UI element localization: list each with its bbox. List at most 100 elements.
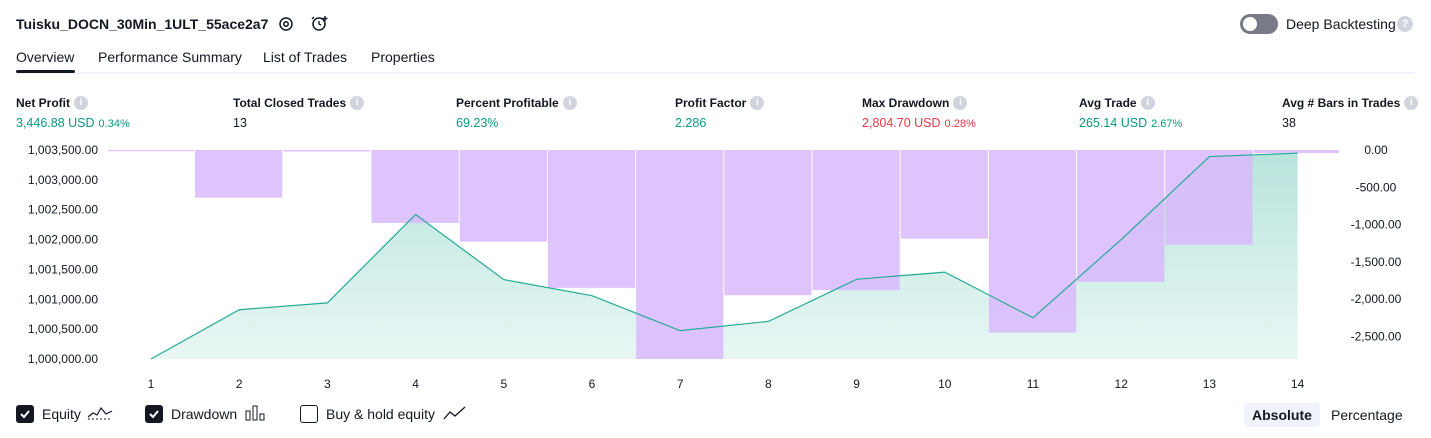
x-tick-label: 7	[677, 377, 684, 391]
legend-label: Buy & hold equity	[326, 406, 435, 422]
metric-label: Max Drawdown	[862, 95, 950, 110]
metric-avg-bars-in-trades: Avg # Bars in Trades i 38	[1282, 94, 1419, 130]
metric-label: Percent Profitable	[456, 95, 559, 110]
y-left-tick-label: 1,001,500.00	[28, 262, 98, 276]
deep-backtesting-toggle[interactable]	[1240, 14, 1278, 34]
metric-percent: 0.28%	[944, 118, 976, 130]
drawdown-bar	[371, 150, 459, 224]
x-tick-label: 3	[324, 377, 331, 391]
x-tick-label: 1	[148, 377, 155, 391]
y-right-tick-label: 0.00	[1364, 143, 1388, 157]
x-tick-label: 6	[589, 377, 596, 391]
drawdown-bar	[900, 150, 988, 239]
checkbox-checked[interactable]	[16, 405, 34, 423]
metric-label: Avg Trade	[1079, 95, 1137, 110]
drawdown-bar	[724, 150, 812, 296]
drawdown-bar	[195, 150, 283, 198]
metric-percent: 0.34%	[98, 118, 130, 130]
x-tick-label: 2	[236, 377, 243, 391]
metric-label: Profit Factor	[675, 95, 747, 110]
x-tick-label: 8	[765, 377, 772, 391]
drawdown-bars-icon	[245, 405, 267, 424]
metric-label: Total Closed Trades	[233, 95, 347, 110]
checkbox-checked[interactable]	[145, 405, 163, 423]
tabs-divider	[16, 72, 1415, 74]
tab-overview[interactable]: Overview	[16, 49, 74, 65]
info-icon[interactable]: i	[562, 95, 577, 110]
metric-percent: 2.67%	[1151, 118, 1183, 130]
legend-buy-hold-equity[interactable]: Buy & hold equity	[300, 403, 467, 425]
equity-line-icon	[87, 405, 113, 424]
metric-profit-factor: Profit Factor i 2.286	[675, 94, 765, 130]
drawdown-bar	[1077, 150, 1165, 282]
y-left-tick-label: 1,000,500.00	[28, 322, 98, 336]
legend-equity[interactable]: Equity	[16, 403, 113, 425]
strategy-title: Tuisku_DOCN_30Min_1ULT_55ace2a7	[16, 16, 269, 32]
metric-value: 3,446.88 USD	[16, 116, 95, 130]
info-icon[interactable]: i	[1140, 95, 1155, 110]
x-tick-label: 9	[853, 377, 860, 391]
x-tick-label: 4	[412, 377, 419, 391]
y-right-tick-label: -1,000.00	[1351, 218, 1402, 232]
x-tick-label: 14	[1291, 377, 1305, 391]
x-tick-label: 12	[1115, 377, 1129, 391]
drawdown-bar	[1165, 150, 1253, 245]
x-tick-label: 13	[1203, 377, 1217, 391]
info-icon[interactable]: i	[74, 95, 88, 110]
settings-gear-icon[interactable]	[276, 14, 296, 34]
drawdown-bar	[459, 150, 547, 242]
y-right-tick-label: -2,000.00	[1351, 292, 1402, 306]
add-alert-icon[interactable]	[310, 14, 330, 34]
metric-total-closed-trades: Total Closed Trades i 13	[233, 94, 365, 130]
x-tick-label: 5	[500, 377, 507, 391]
active-tab-indicator	[16, 70, 75, 73]
info-icon[interactable]: i	[1404, 95, 1419, 110]
drawdown-bar	[283, 150, 371, 152]
drawdown-bar	[988, 150, 1077, 333]
checkbox-unchecked[interactable]	[300, 405, 318, 423]
metric-avg-trade: Avg Trade i 265.14 USD 2.67%	[1079, 94, 1182, 130]
legend-label: Drawdown	[171, 406, 238, 422]
buy-hold-line-icon	[443, 405, 467, 424]
y-left-tick-label: 1,003,000.00	[28, 173, 98, 187]
info-icon[interactable]: i	[953, 95, 968, 110]
toggle-knob	[1243, 17, 1257, 31]
metric-max-drawdown: Max Drawdown i 2,804.70 USD 0.28%	[862, 94, 976, 130]
y-right-tick-label: -2,500.00	[1351, 329, 1402, 343]
equity-drawdown-chart[interactable]: 1,003,500.00 1,003,000.00 1,002,500.00 1,00…	[0, 138, 1431, 400]
tab-properties[interactable]: Properties	[371, 49, 435, 65]
metric-value: 265.14 USD	[1079, 116, 1148, 130]
deep-backtesting-label: Deep Backtesting	[1286, 16, 1396, 32]
drawdown-bar	[108, 150, 195, 152]
y-left-tick-label: 1,002,500.00	[28, 203, 98, 217]
legend-drawdown[interactable]: Drawdown	[145, 403, 267, 425]
metric-value: 2,804.70 USD	[862, 116, 941, 130]
tab-list-of-trades[interactable]: List of Trades	[263, 49, 347, 65]
x-tick-label: 10	[938, 377, 952, 391]
y-left-tick-label: 1,002,000.00	[28, 233, 98, 247]
y-right-tick-label: -500.00	[1356, 180, 1397, 194]
metric-value: 2.286	[675, 116, 707, 130]
absolute-scale-button[interactable]: Absolute	[1244, 403, 1320, 427]
legend-label: Equity	[42, 406, 81, 422]
drawdown-bar	[547, 150, 636, 288]
y-left-tick-label: 1,000,000.00	[28, 352, 98, 366]
tab-performance-summary[interactable]: Performance Summary	[98, 49, 242, 65]
metric-value: 13	[233, 116, 247, 130]
drawdown-bar	[812, 150, 900, 291]
y-right-tick-label: -1,500.00	[1351, 255, 1402, 269]
y-left-tick-label: 1,003,500.00	[28, 143, 98, 157]
metric-value: 38	[1282, 116, 1296, 130]
x-tick-label: 11	[1027, 377, 1040, 391]
percentage-scale-button[interactable]: Percentage	[1323, 403, 1411, 427]
help-icon[interactable]: ?	[1397, 16, 1413, 32]
drawdown-bar	[1253, 150, 1339, 153]
metric-label: Avg # Bars in Trades	[1282, 95, 1401, 110]
y-left-tick-label: 1,001,000.00	[28, 292, 98, 306]
metric-label: Net Profit	[16, 95, 70, 110]
metric-net-profit: Net Profit i 3,446.88 USD 0.34%	[16, 94, 130, 130]
metric-value: 69.23%	[456, 116, 499, 130]
info-icon[interactable]: i	[750, 95, 765, 110]
info-icon[interactable]: i	[350, 95, 365, 110]
metric-percent-profitable: Percent Profitable i 69.23%	[456, 94, 577, 130]
